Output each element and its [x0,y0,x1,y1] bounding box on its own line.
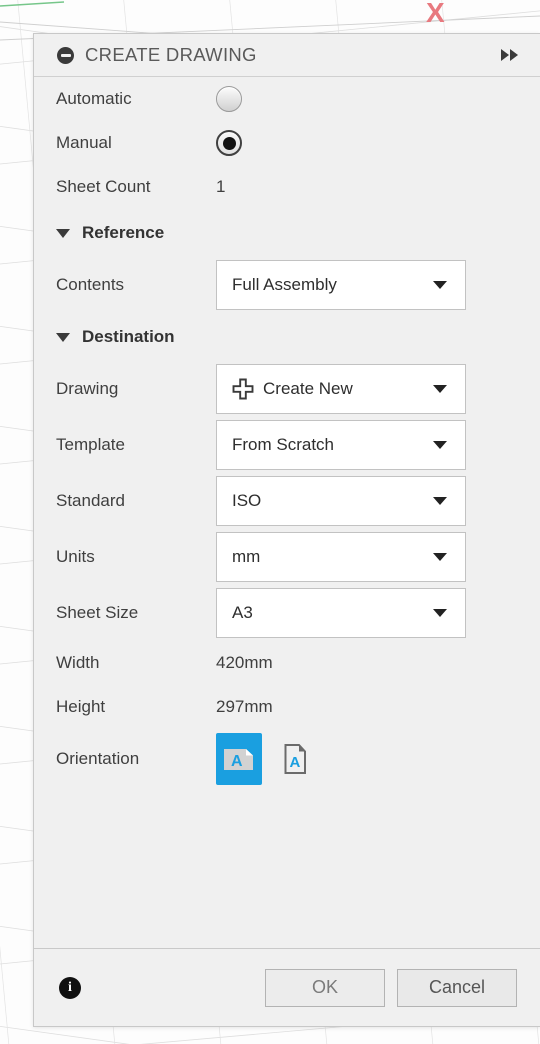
label-template: Template [56,435,125,454]
chevron-down-icon [433,497,447,505]
dropdown-template-value: From Scratch [232,435,335,454]
plus-icon [232,378,254,400]
value-height: 297mm [216,697,273,716]
orientation-landscape-button[interactable]: A [216,733,262,785]
chevron-down-icon [433,609,447,617]
ok-button[interactable]: OK [265,968,385,1007]
dropdown-contents[interactable]: Full Assembly [216,260,466,310]
portrait-page-icon: A [284,744,306,774]
chevron-down-icon [433,385,447,393]
label-width: Width [56,653,100,672]
label-manual: Manual [56,133,112,152]
chevron-down-icon [433,441,447,449]
row-height: Height 297mm [56,685,518,729]
section-label-destination: Destination [82,327,175,346]
label-height: Height [56,697,106,716]
label-units: Units [56,547,95,566]
cancel-button[interactable]: Cancel [397,968,517,1007]
label-sheet-size: Sheet Size [56,603,139,622]
svg-text:A: A [231,753,243,770]
dialog-body: Automatic Manual Sheet Count 1 Reference… [34,77,540,948]
dropdown-standard-value: ISO [232,491,262,510]
dropdown-drawing[interactable]: Create New [216,364,466,414]
dropdown-sheet-size-value: A3 [232,603,253,622]
row-orientation: Orientation A A [56,729,518,789]
dropdown-drawing-value: Create New [263,379,353,398]
dialog-title: CREATE DRAWING [85,44,257,65]
row-drawing: Drawing Create New [56,361,518,417]
radio-manual[interactable] [216,130,242,156]
label-orientation: Orientation [56,749,140,768]
row-units: Units mm [56,529,518,585]
dropdown-contents-value: Full Assembly [232,275,337,294]
label-sheet-count: Sheet Count [56,177,151,196]
svg-text:A: A [290,754,301,771]
value-width: 420mm [216,653,273,672]
create-drawing-dialog: CREATE DRAWING Automatic Manual Sheet Co… [33,33,540,1027]
row-contents: Contents Full Assembly [56,257,518,313]
section-header-reference[interactable]: Reference [56,209,518,257]
dialog-titlebar: CREATE DRAWING [34,34,540,77]
info-icon[interactable]: i [59,976,81,999]
label-standard: Standard [56,491,125,510]
dropdown-units[interactable]: mm [216,532,466,582]
chevron-down-icon [433,553,447,561]
orientation-portrait-button[interactable]: A [272,734,318,784]
row-automatic: Automatic [56,77,518,121]
row-sheet-count: Sheet Count 1 [56,165,518,209]
radio-automatic[interactable] [216,86,242,112]
row-manual: Manual [56,121,518,165]
triangle-down-icon [56,332,70,342]
row-template: Template From Scratch [56,417,518,473]
dropdown-sheet-size[interactable]: A3 [216,588,466,638]
label-automatic: Automatic [56,89,132,108]
section-header-destination[interactable]: Destination [56,313,518,361]
row-width: Width 420mm [56,641,518,685]
triangle-down-icon [56,228,70,238]
dialog-footer: i OK Cancel [34,948,540,1026]
chevron-down-icon [433,281,447,289]
dropdown-template[interactable]: From Scratch [216,420,466,470]
section-label-reference: Reference [82,223,165,242]
value-sheet-count: 1 [216,177,226,196]
label-drawing: Drawing [56,379,119,398]
minus-circle-icon[interactable] [57,46,74,64]
dropdown-units-value: mm [232,547,261,566]
label-contents: Contents [56,275,125,294]
double-chevron-right-icon[interactable] [501,49,518,61]
dropdown-standard[interactable]: ISO [216,476,466,526]
row-sheet-size: Sheet Size A3 [56,585,518,641]
orientation-toggle-group: A A [216,733,318,785]
axis-label-x: X [426,0,445,28]
row-standard: Standard ISO [56,473,518,529]
landscape-page-icon: A [224,749,253,770]
